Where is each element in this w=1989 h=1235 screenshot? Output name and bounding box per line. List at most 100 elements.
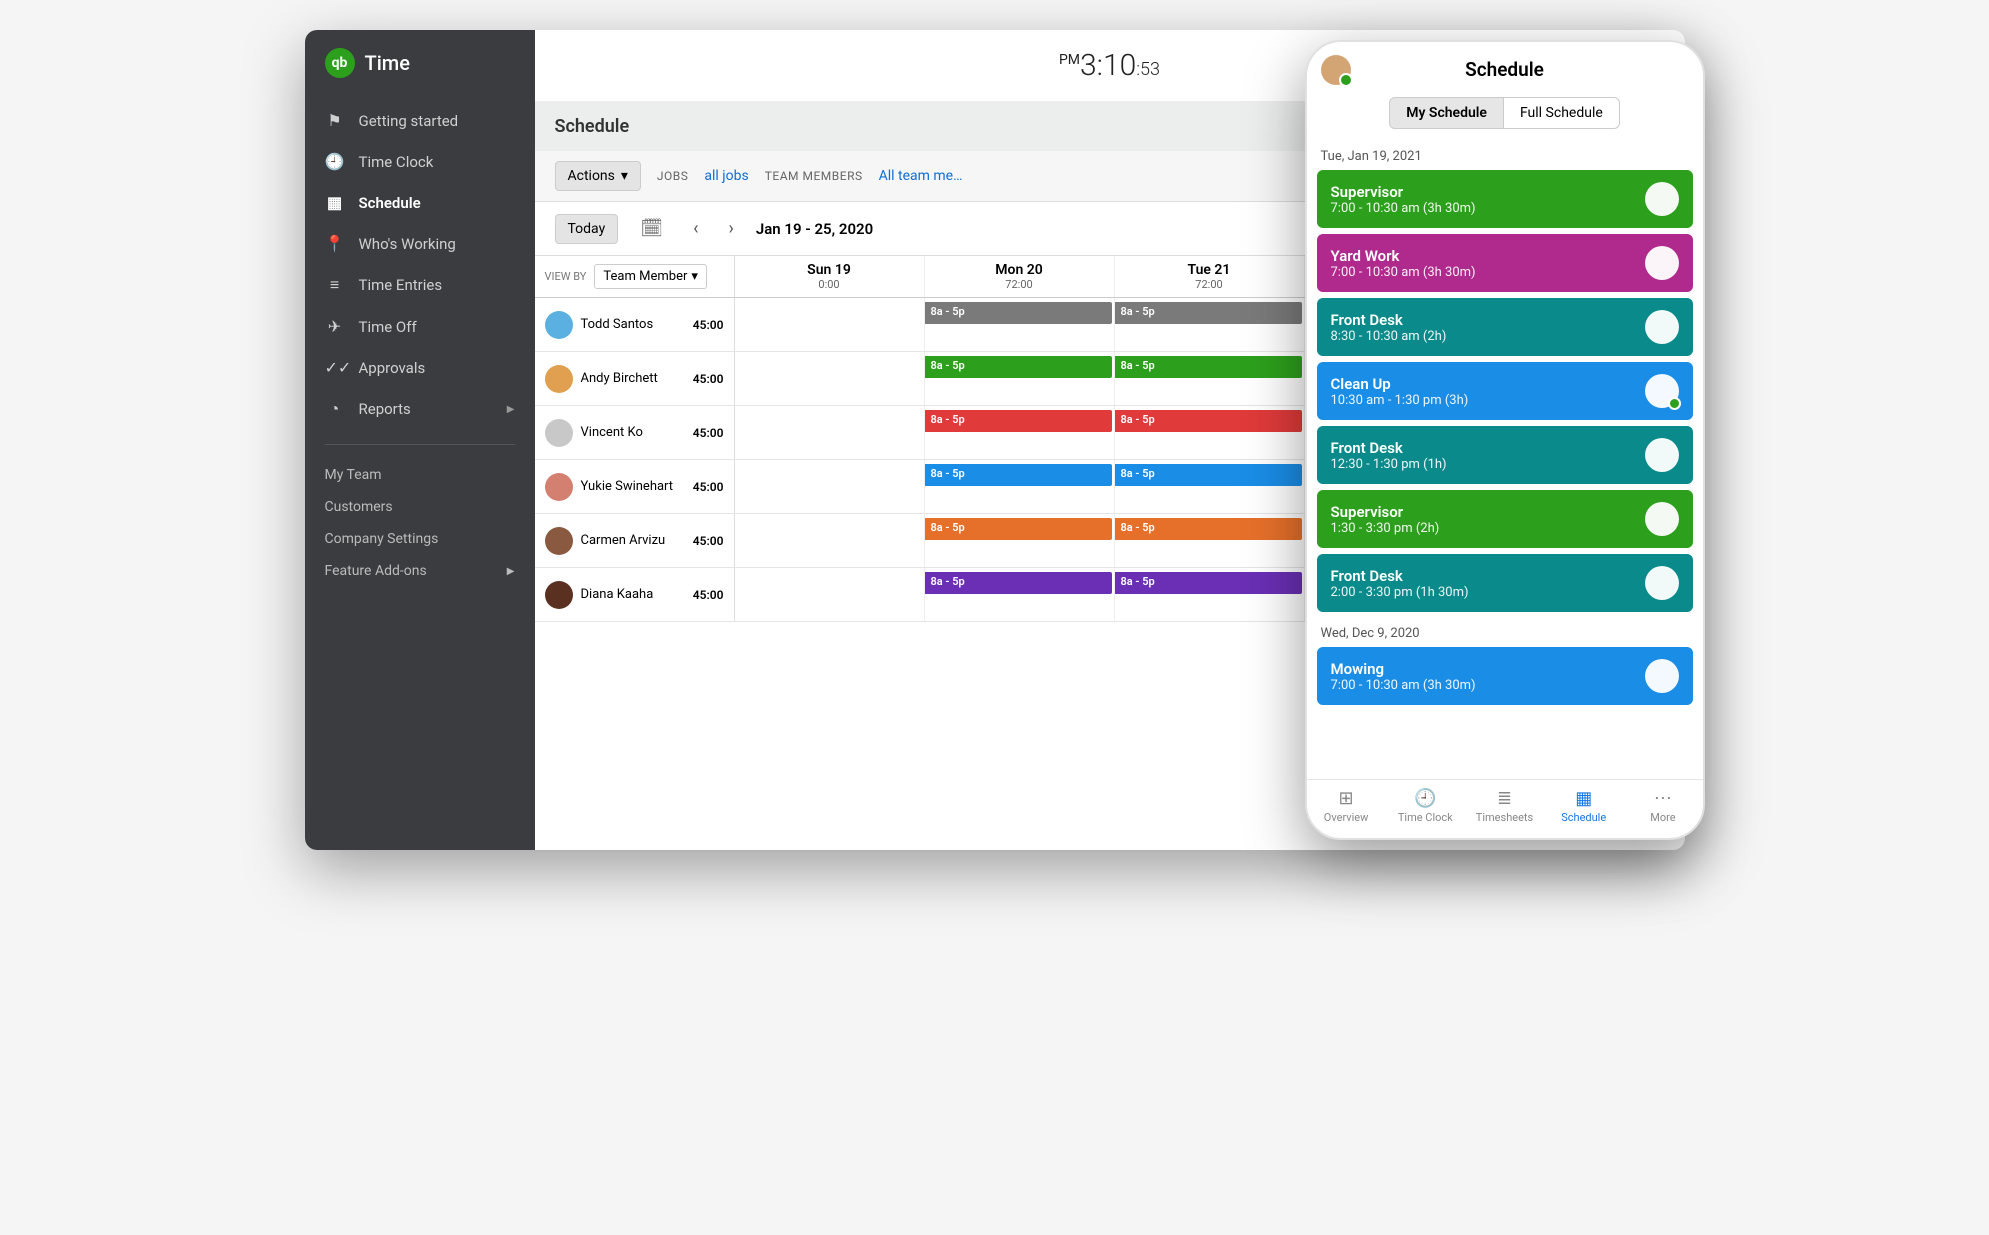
today-button[interactable]: Today xyxy=(555,214,619,244)
member-name: Carmen Arvizu xyxy=(581,533,685,548)
schedule-card[interactable]: Front Desk12:30 - 1:30 pm (1h) xyxy=(1317,426,1693,484)
schedule-card[interactable]: Front Desk8:30 - 10:30 am (2h) xyxy=(1317,298,1693,356)
shift-cell[interactable]: 8a - 5p xyxy=(925,352,1115,405)
viewby-select[interactable]: Team Member▾ xyxy=(594,264,707,289)
shift-cell[interactable] xyxy=(735,460,925,513)
member-hours: 45:00 xyxy=(693,372,724,386)
mobile-nav-time-clock[interactable]: 🕘Time Clock xyxy=(1386,788,1465,824)
sidebar-item-my-team[interactable]: My Team xyxy=(305,459,535,491)
shift-block[interactable]: 8a - 5p xyxy=(1115,302,1302,324)
actions-button[interactable]: Actions ▾ xyxy=(555,161,641,191)
schedule-card[interactable]: Supervisor7:00 - 10:30 am (3h 30m) xyxy=(1317,170,1693,228)
shift-cell[interactable]: 8a - 5p xyxy=(1115,298,1305,351)
mobile-nav-timesheets[interactable]: ≣Timesheets xyxy=(1465,788,1544,824)
shift-block[interactable]: 8a - 5p xyxy=(925,572,1112,594)
tab-my-schedule[interactable]: My Schedule xyxy=(1389,97,1504,129)
member-hours: 45:00 xyxy=(693,534,724,548)
team-filter-value[interactable]: All team me… xyxy=(879,168,963,184)
shift-cell[interactable]: 8a - 5p xyxy=(925,568,1115,621)
shift-cell[interactable]: 8a - 5p xyxy=(925,460,1115,513)
sidebar-item-time-entries[interactable]: ≡Time Entries xyxy=(305,264,535,306)
who-s-working-icon: 📍 xyxy=(325,234,345,253)
shift-block[interactable]: 8a - 5p xyxy=(1115,410,1302,432)
sidebar-item-company-settings[interactable]: Company Settings xyxy=(305,523,535,555)
card-avatar xyxy=(1645,659,1679,693)
shift-cell[interactable] xyxy=(735,568,925,621)
card-subtitle: 1:30 - 3:30 pm (2h) xyxy=(1331,521,1645,536)
schedule-icon: ▦ xyxy=(325,193,345,212)
sidebar-item-approvals[interactable]: ✓✓Approvals xyxy=(305,347,535,388)
shift-cell[interactable]: 8a - 5p xyxy=(1115,352,1305,405)
shift-block[interactable]: 8a - 5p xyxy=(925,464,1112,486)
mobile-nav-schedule[interactable]: ▦Schedule xyxy=(1544,788,1623,824)
chevron-down-icon: ▾ xyxy=(621,168,628,184)
member-hours: 45:00 xyxy=(693,426,724,440)
shift-cell[interactable]: 8a - 5p xyxy=(925,298,1115,351)
shift-cell[interactable]: 8a - 5p xyxy=(925,406,1115,459)
shift-block[interactable]: 8a - 5p xyxy=(925,518,1112,540)
mobile-nav-overview[interactable]: ⊞Overview xyxy=(1307,788,1386,824)
shift-cell[interactable] xyxy=(735,514,925,567)
next-week-button[interactable]: › xyxy=(720,214,741,243)
shift-block[interactable]: 8a - 5p xyxy=(925,302,1112,324)
day-header[interactable]: Sun 190:00 xyxy=(735,256,925,297)
sidebar-item-customers[interactable]: Customers xyxy=(305,491,535,523)
shift-block[interactable]: 8a - 5p xyxy=(1115,518,1302,540)
schedule-card[interactable]: Clean Up10:30 am - 1:30 pm (3h) xyxy=(1317,362,1693,420)
day-header[interactable]: Mon 2072:00 xyxy=(925,256,1115,297)
sidebar-item-label: Who's Working xyxy=(359,235,456,253)
brand-label: Time xyxy=(365,51,410,75)
member-cell[interactable]: Andy Birchett45:00 xyxy=(535,352,735,405)
shift-block[interactable]: 8a - 5p xyxy=(1115,464,1302,486)
shift-cell[interactable]: 8a - 5p xyxy=(1115,406,1305,459)
mobile-nav-more[interactable]: ⋯More xyxy=(1623,788,1702,824)
shift-cell[interactable]: 8a - 5p xyxy=(1115,514,1305,567)
schedule-card[interactable]: Front Desk2:00 - 3:30 pm (1h 30m) xyxy=(1317,554,1693,612)
sidebar-item-who-s-working[interactable]: 📍 Who's Working xyxy=(305,223,535,264)
shift-block[interactable]: 8a - 5p xyxy=(925,356,1112,378)
day-header[interactable]: Tue 2172:00 xyxy=(1115,256,1305,297)
shift-cell[interactable]: 8a - 5p xyxy=(925,514,1115,567)
sidebar-item-time-clock[interactable]: 🕘Time Clock xyxy=(305,141,535,182)
member-cell[interactable]: Carmen Arvizu 45:00 xyxy=(535,514,735,567)
shift-cell[interactable]: 8a - 5p xyxy=(1115,460,1305,513)
shift-block[interactable]: 8a - 5p xyxy=(925,410,1112,432)
time-entries-icon: ≡ xyxy=(325,275,345,295)
getting-started-icon: ⚑ xyxy=(325,111,345,130)
shift-cell[interactable]: 8a - 5p xyxy=(1115,568,1305,621)
member-name: Todd Santos xyxy=(581,317,685,332)
sidebar-item-feature-add-ons[interactable]: Feature Add-ons▶ xyxy=(305,555,535,587)
sidebar-item-time-off[interactable]: ✈Time Off xyxy=(305,306,535,347)
jobs-filter-value[interactable]: all jobs xyxy=(704,168,748,184)
prev-week-button[interactable]: ‹ xyxy=(685,214,706,243)
member-cell[interactable]: Yukie Swinehart45:00 xyxy=(535,460,735,513)
sidebar-item-label: Schedule xyxy=(359,194,421,212)
sidebar-item-label: Customers xyxy=(325,499,393,515)
user-avatar[interactable] xyxy=(1321,55,1351,85)
member-hours: 45:00 xyxy=(693,480,724,494)
sidebar-item-label: Approvals xyxy=(359,359,426,377)
member-cell[interactable]: Vincent Ko45:00 xyxy=(535,406,735,459)
member-hours: 45:00 xyxy=(693,588,724,602)
calendar-icon[interactable]: 🗓 xyxy=(632,214,671,243)
shift-block[interactable]: 8a - 5p xyxy=(1115,572,1302,594)
date-range: Jan 19 - 25, 2020 xyxy=(756,220,873,238)
schedule-card[interactable]: Supervisor1:30 - 3:30 pm (2h) xyxy=(1317,490,1693,548)
clock: PM3:10:53 xyxy=(1059,48,1160,83)
sidebar-item-reports[interactable]: ◔Reports▶ xyxy=(305,388,535,430)
shift-cell[interactable] xyxy=(735,352,925,405)
member-cell[interactable]: Todd Santos45:00 xyxy=(535,298,735,351)
mobile-body[interactable]: Tue, Jan 19, 2021Supervisor7:00 - 10:30 … xyxy=(1307,141,1703,779)
avatar xyxy=(545,419,573,447)
sidebar-item-schedule[interactable]: ▦ Schedule xyxy=(305,182,535,223)
shift-block[interactable]: 8a - 5p xyxy=(1115,356,1302,378)
shift-cell[interactable] xyxy=(735,298,925,351)
member-cell[interactable]: Diana Kaaha45:00 xyxy=(535,568,735,621)
shift-cell[interactable] xyxy=(735,406,925,459)
schedule-card[interactable]: Mowing7:00 - 10:30 am (3h 30m) xyxy=(1317,647,1693,705)
day-label: Mon 20 xyxy=(925,262,1114,278)
sidebar-item-getting-started[interactable]: ⚑Getting started xyxy=(305,100,535,141)
card-subtitle: 12:30 - 1:30 pm (1h) xyxy=(1331,457,1645,472)
schedule-card[interactable]: Yard Work7:00 - 10:30 am (3h 30m) xyxy=(1317,234,1693,292)
tab-full-schedule[interactable]: Full Schedule xyxy=(1504,97,1620,129)
